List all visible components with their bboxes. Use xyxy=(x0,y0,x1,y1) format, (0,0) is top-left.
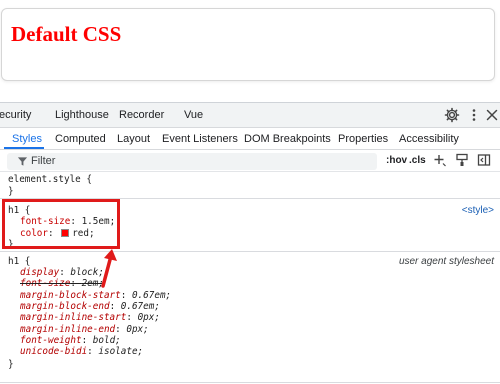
rule-close-brace: } xyxy=(8,186,14,197)
property-value: 0px; xyxy=(126,323,149,335)
tab-computed[interactable]: Computed xyxy=(55,133,106,145)
tab-vue[interactable]: Vue xyxy=(184,109,203,121)
tab-styles[interactable]: Styles xyxy=(12,133,42,145)
property-value: isolate; xyxy=(98,346,144,358)
tab-lighthouse[interactable]: Lighthouse xyxy=(55,109,109,121)
toggle-sidebar-icon[interactable] xyxy=(477,153,491,167)
tab-accessibility[interactable]: Accessibility xyxy=(399,133,459,145)
annotation-arrow xyxy=(101,249,117,288)
paint-brush-icon[interactable] xyxy=(455,153,469,167)
gear-icon[interactable] xyxy=(444,107,460,123)
tab-layout[interactable]: Layout xyxy=(117,133,150,145)
rule-selector[interactable]: element.style { xyxy=(8,174,92,185)
ua-declaration: margin-inline-end: 0px; xyxy=(20,323,149,335)
property-name: margin-inline-end xyxy=(20,323,116,335)
styles-pane-tabs: Styles Computed Layout Event Listeners D… xyxy=(0,128,500,150)
ua-declaration: display: block; xyxy=(20,267,104,278)
filter-icon xyxy=(17,157,28,166)
devtools-top-tabs: ecurity Lighthouse Recorder Vue xyxy=(0,103,500,128)
user-agent-h1-rule: h1 { user agent stylesheet display: bloc… xyxy=(0,253,500,383)
user-agent-source: user agent stylesheet xyxy=(398,256,494,267)
ua-declaration: margin-block-start: 0.67em; xyxy=(20,289,172,301)
tab-security[interactable]: ecurity xyxy=(0,109,31,121)
rule-close-brace: } xyxy=(8,359,14,370)
ua-declaration: unicode-bidi: isolate; xyxy=(20,346,144,358)
property-name: display xyxy=(20,267,60,278)
filter-placeholder: Filter xyxy=(31,155,56,167)
annotation-highlight-box xyxy=(2,199,120,249)
page-heading: Default CSS xyxy=(11,22,122,46)
tab-dom-breakpoints[interactable]: DOM Breakpoints xyxy=(244,133,331,145)
active-tab-indicator xyxy=(4,147,44,149)
property-name: font-size xyxy=(20,278,71,290)
tab-event-listeners[interactable]: Event Listeners xyxy=(162,133,238,145)
ua-declaration: margin-block-end: 0.67em; xyxy=(20,300,160,312)
property-name: margin-block-start xyxy=(20,289,121,301)
hover-state-toggle[interactable]: :hov xyxy=(386,155,407,166)
new-style-rule-icon[interactable] xyxy=(433,153,447,167)
class-toggle[interactable]: .cls xyxy=(409,155,426,166)
kebab-menu-icon[interactable] xyxy=(466,107,482,123)
style-source-link[interactable]: <style> xyxy=(462,205,494,216)
ua-declaration: margin-inline-start: 0px; xyxy=(20,312,160,324)
rule-selector: h1 { xyxy=(8,256,31,267)
property-value: bold; xyxy=(92,334,121,346)
property-name: margin-block-end xyxy=(20,300,110,312)
property-name: unicode-bidi xyxy=(20,346,88,358)
filter-bar: Filter :hov .cls xyxy=(0,150,500,172)
filter-input[interactable]: Filter xyxy=(7,153,377,170)
tab-properties[interactable]: Properties xyxy=(338,133,388,145)
property-name: margin-inline-start xyxy=(20,312,127,324)
tab-recorder[interactable]: Recorder xyxy=(119,109,164,121)
element-style-rule: element.style { } xyxy=(0,173,500,199)
property-value: 0.67em; xyxy=(120,300,160,312)
property-value: 0.67em; xyxy=(131,289,172,301)
property-name: font-weight xyxy=(20,334,82,346)
property-value: 0px; xyxy=(137,312,160,324)
close-icon[interactable] xyxy=(484,107,500,123)
ua-declaration: font-weight: bold; xyxy=(20,334,121,346)
page-preview: Default CSS xyxy=(1,8,495,81)
ua-declaration: font-size: 2em; xyxy=(20,278,104,290)
